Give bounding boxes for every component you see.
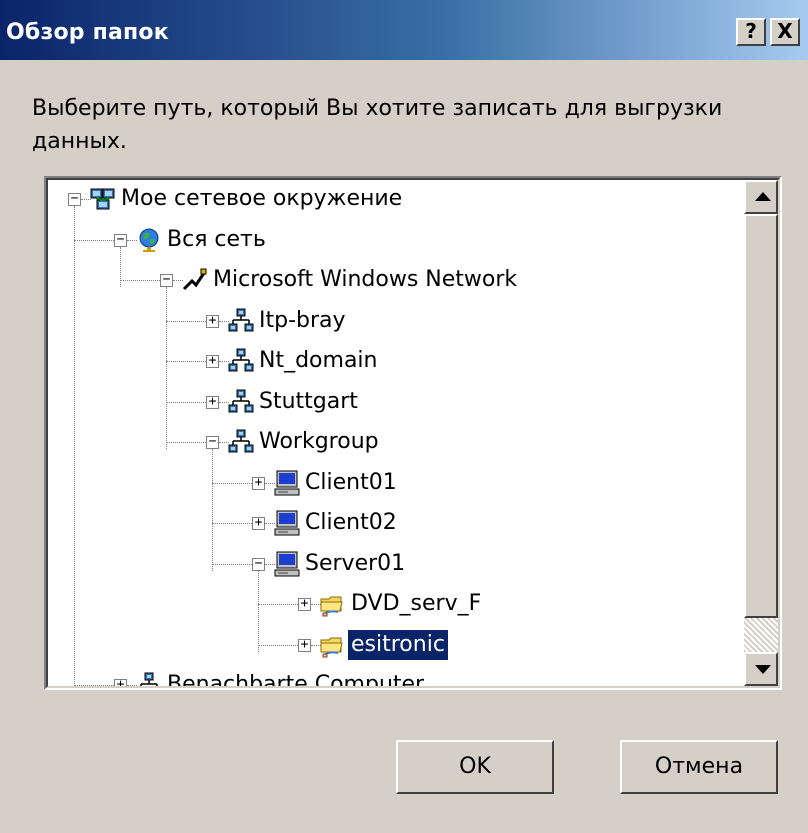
tree-node[interactable]: + Client01 bbox=[48, 468, 738, 504]
cancel-button[interactable]: Отмена bbox=[620, 740, 778, 794]
tree-node[interactable]: + Benachbarte Computer bbox=[48, 670, 738, 686]
collapse-minus-icon[interactable]: − bbox=[114, 233, 127, 247]
tree-canvas: − Мое сетевое окружение − Вся сеть − Microsof… bbox=[48, 180, 738, 686]
computer-icon bbox=[274, 551, 300, 577]
tree-node[interactable]: − Вся сеть bbox=[48, 225, 738, 261]
tree-node[interactable]: + Nt_domain bbox=[48, 346, 738, 382]
shared-folder-icon bbox=[320, 591, 346, 617]
tree-node-label[interactable]: Nt_domain bbox=[256, 346, 380, 376]
tree-node[interactable]: − Мое сетевое окружение bbox=[48, 184, 738, 220]
tree-node-label[interactable]: Server01 bbox=[302, 549, 408, 579]
instruction-text: Выберите путь, который Вы хотите записат… bbox=[32, 96, 723, 154]
scroll-thumb[interactable] bbox=[744, 214, 778, 618]
expand-plus-icon[interactable]: + bbox=[298, 638, 311, 652]
globe-icon bbox=[136, 227, 162, 253]
domain-icon bbox=[228, 389, 254, 415]
domain-icon bbox=[136, 672, 162, 686]
arrow-up-icon bbox=[755, 192, 771, 201]
tree-node[interactable]: + DVD_serv_F bbox=[48, 589, 738, 625]
tree-node-label[interactable]: Client02 bbox=[302, 508, 400, 538]
tree-node-label[interactable]: DVD_serv_F bbox=[348, 589, 484, 619]
collapse-minus-icon[interactable]: − bbox=[206, 435, 219, 449]
tree-node-label[interactable]: Мое сетевое окружение bbox=[118, 184, 405, 214]
network-provider-icon bbox=[182, 267, 208, 293]
tree-node-label[interactable]: Stuttgart bbox=[256, 387, 361, 417]
folder-tree[interactable]: − Мое сетевое окружение − Вся сеть − Microsof… bbox=[44, 176, 782, 690]
tree-node-label[interactable]: Workgroup bbox=[256, 427, 382, 457]
collapse-minus-icon[interactable]: − bbox=[160, 273, 173, 287]
help-button[interactable]: ? bbox=[736, 18, 766, 46]
tree-node[interactable]: + Itp-bray bbox=[48, 306, 738, 342]
domain-icon bbox=[228, 348, 254, 374]
expand-plus-icon[interactable]: + bbox=[206, 354, 219, 368]
computer-icon bbox=[274, 470, 300, 496]
vertical-scrollbar[interactable] bbox=[744, 180, 778, 686]
window-title: Обзор папок bbox=[6, 20, 169, 45]
collapse-minus-icon[interactable]: − bbox=[252, 557, 265, 571]
domain-icon bbox=[228, 429, 254, 455]
domain-icon bbox=[228, 308, 254, 334]
shared-folder-icon bbox=[320, 632, 346, 658]
expand-plus-icon[interactable]: + bbox=[298, 597, 311, 611]
title-bar[interactable]: Обзор папок ? X bbox=[0, 0, 808, 60]
arrow-down-icon bbox=[755, 665, 771, 674]
scroll-down-button[interactable] bbox=[744, 652, 778, 686]
expand-plus-icon[interactable]: + bbox=[206, 395, 219, 409]
collapse-minus-icon[interactable]: − bbox=[68, 192, 81, 206]
tree-node[interactable]: − Server01 bbox=[48, 549, 738, 585]
close-button[interactable]: X bbox=[770, 18, 800, 46]
tree-node-label[interactable]: Вся сеть bbox=[164, 225, 269, 255]
tree-node[interactable]: − Microsoft Windows Network bbox=[48, 265, 738, 301]
tree-node-label[interactable]: Benachbarte Computer bbox=[164, 670, 427, 686]
tree-node[interactable]: − Workgroup bbox=[48, 427, 738, 463]
tree-node[interactable]: + esitronic bbox=[48, 628, 738, 666]
browse-folder-dialog: Обзор папок ? X Выберите путь, который В… bbox=[0, 0, 808, 833]
scroll-up-button[interactable] bbox=[744, 180, 778, 214]
expand-plus-icon[interactable]: + bbox=[114, 678, 127, 686]
expand-plus-icon[interactable]: + bbox=[252, 516, 265, 530]
tree-node-label[interactable]: Client01 bbox=[302, 468, 400, 498]
tree-node-label[interactable]: Itp-bray bbox=[256, 306, 349, 336]
tree-node-label[interactable]: Microsoft Windows Network bbox=[210, 265, 520, 295]
tree-node[interactable]: + Stuttgart bbox=[48, 387, 738, 423]
network-places-icon bbox=[90, 186, 116, 212]
computer-icon bbox=[274, 510, 300, 536]
tree-node[interactable]: + Client02 bbox=[48, 508, 738, 544]
ok-button[interactable]: OK bbox=[396, 740, 554, 794]
expand-plus-icon[interactable]: + bbox=[206, 314, 219, 328]
expand-plus-icon[interactable]: + bbox=[252, 476, 265, 490]
tree-node-label[interactable]: esitronic bbox=[347, 628, 449, 661]
